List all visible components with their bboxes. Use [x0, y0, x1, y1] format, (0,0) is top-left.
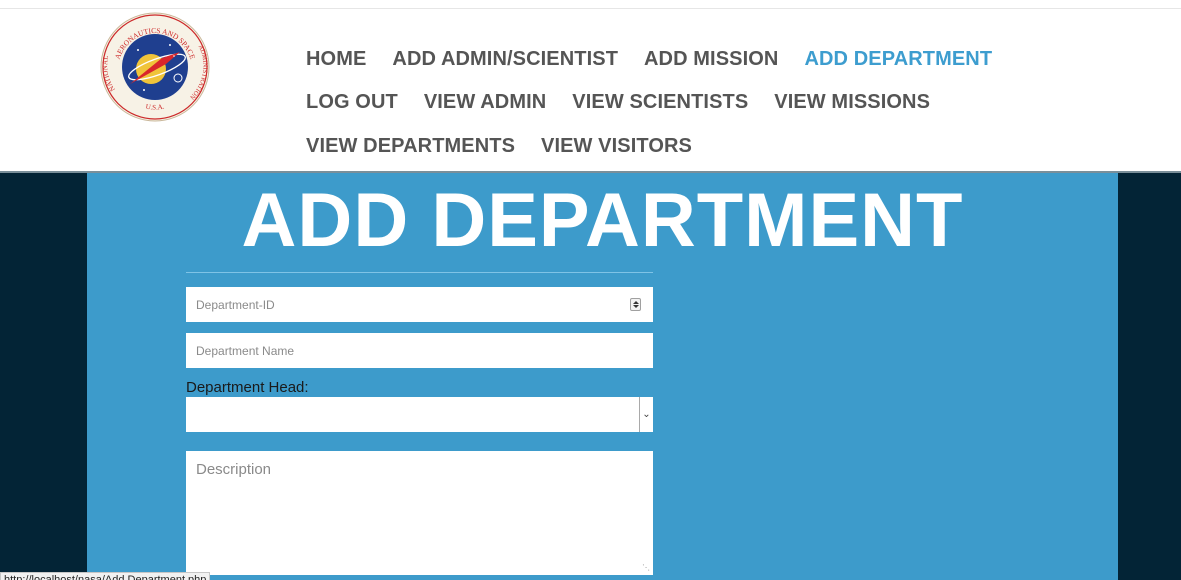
department-head-label: Department Head:	[186, 379, 309, 396]
header-divider	[0, 8, 1181, 9]
nav-row: HOME ADD ADMIN/SCIENTIST ADD MISSION ADD…	[306, 48, 1066, 80]
department-name-field[interactable]	[186, 333, 653, 368]
page-title: ADD DEPARTMENT	[241, 178, 964, 263]
description-textarea[interactable]	[186, 451, 653, 575]
page: AERONAUTICS AND SPACE NATIONAL ADMINISTR…	[0, 0, 1181, 580]
nav-add-mission[interactable]: ADD MISSION	[644, 48, 778, 71]
nav-view-visitors[interactable]: VIEW VISITORS	[541, 135, 692, 158]
department-id-field[interactable]	[186, 287, 653, 322]
nav-add-department[interactable]: ADD DEPARTMENT	[804, 48, 992, 71]
nav-view-admin[interactable]: VIEW ADMIN	[424, 91, 546, 114]
department-id-input[interactable]	[186, 287, 653, 322]
nav-view-scientists[interactable]: VIEW SCIENTISTS	[572, 91, 748, 114]
nav-add-admin-scientist[interactable]: ADD ADMIN/SCIENTIST	[392, 48, 618, 71]
nav-home[interactable]: HOME	[306, 48, 366, 71]
department-name-input[interactable]	[186, 333, 653, 368]
nav-log-out[interactable]: LOG OUT	[306, 91, 398, 114]
nav-row: LOG OUT VIEW ADMIN VIEW SCIENTISTS VIEW …	[306, 80, 1066, 124]
nav-view-missions[interactable]: VIEW MISSIONS	[774, 91, 930, 114]
spinner-up-icon[interactable]	[633, 301, 639, 304]
spinner-down-icon[interactable]	[633, 305, 639, 308]
right-side-panel	[1118, 173, 1181, 580]
left-side-panel	[0, 173, 87, 580]
number-spinner-icon[interactable]	[630, 298, 641, 311]
svg-text:U.S.A.: U.S.A.	[145, 103, 165, 112]
chevron-down-icon[interactable]: ⌄	[639, 397, 653, 432]
logo-bottom-text: U.S.A.	[145, 103, 165, 112]
description-field[interactable]: ⋱	[186, 451, 653, 575]
nav-view-departments[interactable]: VIEW DEPARTMENTS	[306, 135, 515, 158]
title-divider	[186, 272, 653, 273]
resize-grip-icon[interactable]: ⋱	[642, 564, 650, 572]
department-head-select[interactable]: ⌄	[186, 397, 653, 432]
nav-row: VIEW DEPARTMENTS VIEW VISITORS	[306, 124, 1066, 168]
main-nav: HOME ADD ADMIN/SCIENTIST ADD MISSION ADD…	[306, 48, 1066, 168]
nasa-logo-icon[interactable]: AERONAUTICS AND SPACE NATIONAL ADMINISTR…	[100, 12, 210, 122]
status-url-bar: http://localhost/nasa/Add Department.php	[0, 572, 211, 580]
